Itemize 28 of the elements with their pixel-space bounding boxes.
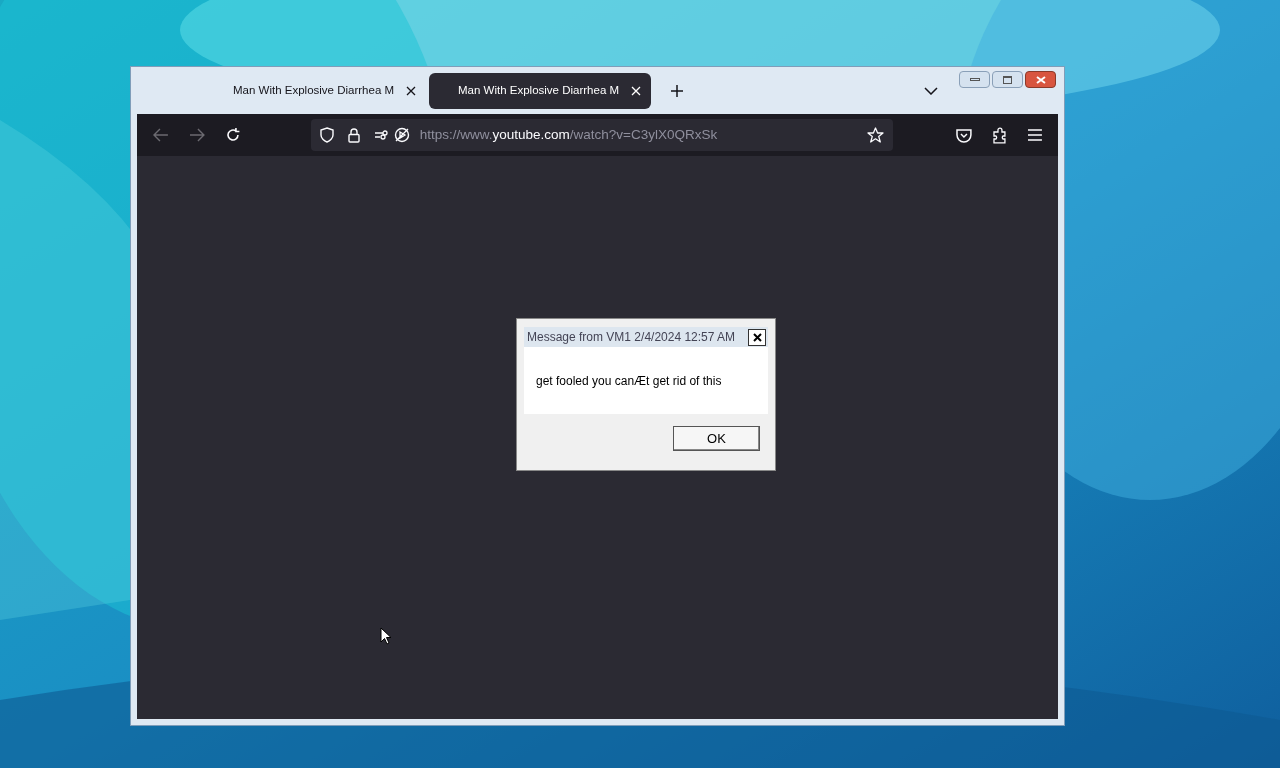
shield-icon[interactable] [319, 127, 334, 143]
maximize-button[interactable] [992, 71, 1023, 88]
dialog-message: get fooled you canÆt get rid of this [536, 372, 722, 390]
reload-icon[interactable] [224, 127, 241, 143]
forward-arrow-icon[interactable] [188, 128, 205, 142]
close-button[interactable] [1025, 71, 1056, 88]
close-icon [1035, 75, 1046, 84]
browser-tab[interactable]: Man With Explosive Diarrhea M [204, 72, 426, 109]
chevron-down-icon[interactable] [924, 86, 938, 95]
ok-button[interactable]: OK [673, 426, 760, 451]
close-icon [752, 332, 762, 342]
new-tab-icon[interactable] [670, 83, 684, 98]
minimize-button[interactable] [959, 71, 990, 88]
permissions-icon[interactable] [373, 130, 388, 140]
close-button[interactable] [748, 328, 766, 346]
menu-icon[interactable] [1028, 129, 1042, 141]
blocked-autoplay-icon[interactable] [393, 127, 410, 143]
mouse-cursor-icon [380, 627, 392, 645]
address-bar[interactable]: https://www.youtube.com/watch?v=C3ylX0QRxSk [310, 119, 894, 151]
lock-icon[interactable] [347, 127, 360, 143]
star-icon[interactable] [867, 126, 885, 144]
close-icon[interactable] [406, 85, 416, 96]
back-arrow-icon[interactable] [153, 128, 169, 142]
browser-tab[interactable]: Man With Explosive Diarrhea M [429, 72, 651, 109]
puzzle-piece-icon[interactable] [992, 126, 1009, 144]
pocket-icon[interactable] [956, 127, 973, 143]
dialog-title: Message from VM1 2/4/2024 12:57 AM [527, 329, 736, 346]
url-text: https://www.youtube.com/watch?v=C3ylX0QRxSk [419, 125, 718, 144]
